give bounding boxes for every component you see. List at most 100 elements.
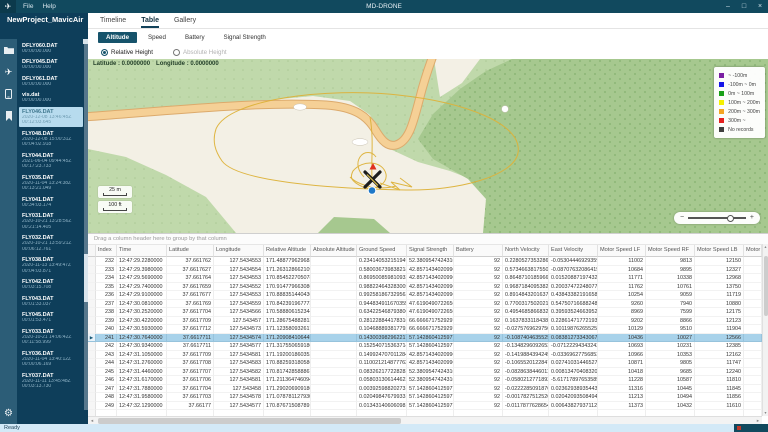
file-item[interactable]: FLY041.DAT 00:34:03.174 <box>19 195 83 210</box>
table-row[interactable]: 232 12:47:29.2280000 37.661762 127.5434553 1… <box>88 257 762 266</box>
scroll-down-icon[interactable]: ▼ <box>763 410 768 416</box>
table-row[interactable]: 237 12:47:30.0810000 37.661769 127.5434559 1… <box>88 299 762 308</box>
table-row[interactable]: 244 12:47:31.2760000 37.6617708 127.5434583… <box>88 359 762 368</box>
settings-gear-icon[interactable]: ⚙ <box>0 407 17 421</box>
grid-hscrollbar[interactable]: ◄ ► <box>88 416 762 424</box>
close-button[interactable]: × <box>752 0 768 13</box>
file-item[interactable]: FLY046.DAT 2020-12-08 13:46:45Z 00:12:03.6… <box>19 107 83 127</box>
column-header[interactable]: Absolute Altitude <box>311 245 357 257</box>
zoom-in-icon[interactable]: + <box>750 212 754 224</box>
grid-vscroll-thumb[interactable] <box>763 256 768 316</box>
radio-relative-height[interactable]: Relative Height <box>101 48 153 56</box>
zoom-knob[interactable] <box>726 214 734 222</box>
column-header[interactable]: Motor <box>744 245 762 257</box>
column-header[interactable]: Index <box>96 245 117 257</box>
minimize-button[interactable]: – <box>720 0 736 13</box>
column-header[interactable]: Signal Strength <box>407 245 454 257</box>
radio-absolute-height[interactable]: Absolute Height <box>172 48 227 56</box>
device-icon[interactable] <box>0 83 17 105</box>
file-item[interactable]: FLY031.DAT 2020-10-21 13:28:56Z 00:21:14.4… <box>19 212 83 232</box>
table-row[interactable]: 247 12:47:31.7880000 37.6617704 127.543458 1… <box>88 384 762 393</box>
table-row[interactable]: 238 12:47:30.2520000 37.6617704 127.5434566… <box>88 308 762 317</box>
column-header[interactable]: North Velocity <box>503 245 549 257</box>
file-item[interactable]: vis.dat 00:00:00.000 <box>19 91 83 106</box>
cell: -0.0870763208641512 <box>549 265 598 274</box>
file-item[interactable]: FLY045.DAT 00:01:53.471 <box>19 311 83 326</box>
table-row[interactable]: 242 12:47:30.9340000 37.6617711 127.5434577… <box>88 342 762 351</box>
cell: 12327 <box>695 265 744 274</box>
cell: 237 <box>96 299 117 308</box>
column-header[interactable]: Ground Speed <box>357 245 407 257</box>
grid-hscroll-track[interactable] <box>96 417 754 424</box>
tab-gallery[interactable]: Gallery <box>174 17 196 28</box>
grid-hscroll-thumb[interactable] <box>98 417 401 424</box>
file-item[interactable]: FLY035.DAT 2020-11-04 13:24:38Z 00:13:21.0… <box>19 173 83 193</box>
file-item[interactable]: FLY043.DAT 00:01:33.037 <box>19 294 83 309</box>
file-item[interactable]: FLY038.DAT 2020-11-13 13:49:47Z 00:04:03.8… <box>19 256 83 276</box>
cell: 92 <box>454 274 503 283</box>
table-row[interactable]: 234 12:47:29.5690000 37.661764 127.5434553 1… <box>88 274 762 283</box>
file-item[interactable]: FLY048.DAT 2020-12-08 15:00:31Z 00:04:02.9… <box>19 129 83 149</box>
file-item[interactable]: FLY032.DAT 2020-10-21 13:59:21Z 00:06:12.7… <box>19 234 83 254</box>
maximize-button[interactable]: □ <box>736 0 752 13</box>
cell <box>311 282 357 291</box>
legend-row: 200m ~ 300m <box>719 107 760 116</box>
scroll-up-icon[interactable]: ▲ <box>763 244 768 250</box>
file-item[interactable]: DFLY061.DAT 00:00:00.000 <box>19 74 83 89</box>
grid-vscrollbar[interactable]: ▲ ▼ <box>762 244 768 416</box>
column-header[interactable]: Motor Speed RF <box>646 245 695 257</box>
cell: 10684 <box>598 265 646 274</box>
column-header[interactable]: Motor Speed LF <box>598 245 646 257</box>
column-header[interactable]: Time <box>117 245 167 257</box>
column-header[interactable]: Latitude <box>167 245 214 257</box>
table-row[interactable]: 235 12:47:29.7400000 37.6617659 127.5434552… <box>88 282 762 291</box>
subtab-signal-strength[interactable]: Signal Strength <box>216 32 274 43</box>
table-row[interactable]: 249 12:47:32.1290000 37.66177 127.5434577 17… <box>88 401 762 410</box>
file-item[interactable]: FLY033.DAT 2020-10-21 14:06:42Z 00:11:58.9… <box>19 327 83 347</box>
cell: 12:47:29.3980000 <box>117 265 167 274</box>
subtab-speed[interactable]: Speed <box>140 32 174 43</box>
file-item[interactable]: FLY036.DAT 2020-11-04 13:40:12Z 00:00:06.1… <box>19 349 83 369</box>
cell: 10494 <box>646 393 695 402</box>
column-header[interactable]: Motor Speed LB <box>695 245 744 257</box>
table-row[interactable]: 239 12:47:30.4220000 37.6617709 127.543457 1… <box>88 316 762 325</box>
table-row[interactable]: 233 12:47:29.3980000 37.6617627 127.5434554… <box>88 265 762 274</box>
column-header[interactable]: Longitude <box>214 245 264 257</box>
zoom-track[interactable] <box>688 214 746 222</box>
table-row[interactable]: ▶ 241 12:47:30.7640000 37.6617711 127.543457… <box>88 333 762 342</box>
group-by-hint[interactable]: Drag a column header here to group by th… <box>88 234 768 245</box>
scroll-left-icon[interactable]: ◄ <box>88 418 96 423</box>
cell: 238 <box>96 308 117 317</box>
map-view[interactable]: Latitude : 0.0000000 Longitude : 0.00000… <box>88 59 768 233</box>
cell: 37.6617709 <box>167 350 214 359</box>
table-row[interactable]: 236 12:47:29.9100000 37.6617677 127.5434553… <box>88 291 762 300</box>
cell: 240 <box>96 325 117 334</box>
file-sub: 00:01:53.471 <box>22 318 52 323</box>
scroll-right-icon[interactable]: ► <box>754 418 762 423</box>
table-row[interactable]: 243 12:47:31.1050000 37.6617709 127.5434581… <box>88 350 762 359</box>
subtab-battery[interactable]: Battery <box>177 32 213 43</box>
file-item[interactable]: FLY044.DAT 2021-06-04 09:44:45Z 00:17:23.7… <box>19 151 83 171</box>
table-row[interactable]: 248 12:47:31.9580000 37.6617703 127.5434578… <box>88 393 762 402</box>
column-header[interactable]: East Velocity <box>549 245 598 257</box>
tab-timeline[interactable]: Timeline <box>100 17 126 28</box>
tab-table[interactable]: Table <box>141 17 159 28</box>
bookmark-icon[interactable] <box>0 105 17 127</box>
column-header[interactable]: Relative Altitude <box>264 245 311 257</box>
zoom-slider[interactable]: − + <box>674 212 760 224</box>
menu-file[interactable]: File <box>23 3 33 10</box>
table-row[interactable]: 245 12:47:31.4460000 37.6617707 127.5434582… <box>88 367 762 376</box>
file-item[interactable]: FLY042.DAT 00:03:15.708 <box>19 278 83 293</box>
column-header[interactable]: Battery <box>454 245 503 257</box>
table-row[interactable]: 246 12:47:31.6170000 37.6617706 127.5434581… <box>88 376 762 385</box>
folder-icon[interactable] <box>0 39 17 61</box>
menu-help[interactable]: Help <box>42 3 55 10</box>
zoom-out-icon[interactable]: − <box>680 212 684 224</box>
file-item[interactable]: FLY037.DAT 2020-11-11 13:45:48Z 00:03:13.7… <box>19 371 83 391</box>
table-row[interactable]: 240 12:47:30.5930000 37.6617712 127.5434573… <box>88 325 762 334</box>
subtab-altitude[interactable]: Altitude <box>98 31 138 43</box>
cell: -5.61717897653585E-05 <box>549 376 598 385</box>
file-item[interactable]: DFLY060.DAT 00:00:00.000 <box>19 41 83 56</box>
file-item[interactable]: DFLY045.DAT 00:00:00.000 <box>19 58 83 73</box>
drone-icon[interactable]: ✈ <box>0 61 17 83</box>
